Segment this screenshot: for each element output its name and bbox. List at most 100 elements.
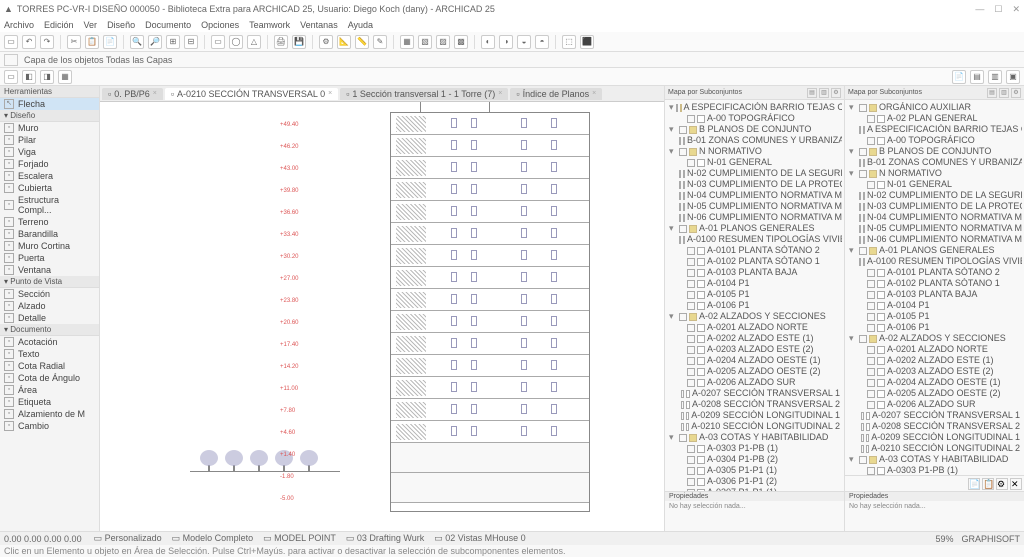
- checkbox[interactable]: [859, 335, 867, 343]
- checkbox[interactable]: [861, 434, 864, 442]
- checkbox[interactable]: [867, 379, 875, 387]
- toolbar-btn-28[interactable]: ▩: [454, 35, 468, 49]
- checkbox[interactable]: [687, 335, 695, 343]
- tree-node[interactable]: ▾A ESPECIFICACIÓN BARRIO TEJAS COLORADAS…: [667, 102, 842, 113]
- tree-node[interactable]: A-0208 SECCIÓN TRANSVERSAL 2: [667, 399, 842, 410]
- tree-node[interactable]: A-0210 SECCIÓN LONGITUDINAL 2: [847, 443, 1022, 454]
- tree-node[interactable]: ▾A-03 COTAS Y HABITABILIDAD: [847, 454, 1022, 465]
- toolbar-btn-35[interactable]: ⬚: [562, 35, 576, 49]
- toolbar-btn-30[interactable]: ◐: [481, 35, 495, 49]
- tool-geom1[interactable]: ▭: [4, 70, 18, 84]
- toolbar-btn-27[interactable]: ▨: [436, 35, 450, 49]
- tree-node[interactable]: N-02 CUMPLIMIENTO DE LA SEGURIDAD CONTRA…: [667, 168, 842, 179]
- checkbox[interactable]: [867, 291, 875, 299]
- checkbox[interactable]: [867, 302, 875, 310]
- checkbox[interactable]: [867, 368, 875, 376]
- tool-geom4[interactable]: ▦: [58, 70, 72, 84]
- tab-close-icon[interactable]: ×: [153, 90, 157, 97]
- tree-node[interactable]: A-0202 ALZADO ESTE (1): [847, 355, 1022, 366]
- checkbox[interactable]: [859, 258, 861, 266]
- toolbar-btn-32[interactable]: ◒: [517, 35, 531, 49]
- nav-action-copy[interactable]: 📋: [982, 478, 994, 490]
- menu-ver[interactable]: Ver: [84, 20, 98, 30]
- tree-node[interactable]: A-0208 SECCIÓN TRANSVERSAL 2: [847, 421, 1022, 432]
- view-tab[interactable]: ▫1 Sección transversal 1 - 1 Torre (7)×: [340, 88, 508, 100]
- toolbar-btn-4[interactable]: ✂: [67, 35, 81, 49]
- checkbox[interactable]: [867, 115, 875, 123]
- tree-node[interactable]: A-0205 ALZADO OESTE (2): [667, 366, 842, 377]
- checkbox[interactable]: [679, 137, 681, 145]
- checkbox[interactable]: [687, 247, 695, 255]
- tree-node[interactable]: A ESPECIFICACIÓN BARRIO TEJAS COLORADAS: [847, 124, 1022, 135]
- tool-geom3[interactable]: ◨: [40, 70, 54, 84]
- drawing-canvas[interactable]: +49.40+46.20+43.00+39.80+36.60+33.40+30.…: [100, 102, 664, 531]
- checkbox[interactable]: [867, 324, 875, 332]
- menu-documento[interactable]: Documento: [145, 20, 191, 30]
- checkbox[interactable]: [687, 324, 695, 332]
- tree-node[interactable]: A-0207 SECCIÓN TRANSVERSAL 1: [667, 388, 842, 399]
- tree-node[interactable]: A-0303 P1-PB (1): [667, 443, 842, 454]
- minimize-button[interactable]: —: [975, 4, 984, 15]
- toolbar-btn-1[interactable]: ↶: [22, 35, 36, 49]
- status-item[interactable]: ▭ Modelo Completo: [172, 533, 254, 543]
- nav-btn[interactable]: ▥: [999, 88, 1009, 98]
- checkbox[interactable]: [867, 390, 875, 398]
- checkbox[interactable]: [859, 203, 861, 211]
- tree-node[interactable]: B-01 ZONAS COMUNES Y URBANIZACIÓN: [847, 157, 1022, 168]
- tree-node[interactable]: A-0201 ALZADO NORTE: [847, 344, 1022, 355]
- tree-node[interactable]: A-0206 ALZADO SUR: [847, 399, 1022, 410]
- toolbar-btn-26[interactable]: ▧: [418, 35, 432, 49]
- toggle-icon[interactable]: ▾: [669, 146, 677, 157]
- toolbox-group-Documento[interactable]: ▾ Documento: [0, 324, 99, 336]
- tool-Cota Radial[interactable]: ▫Cota Radial: [0, 360, 99, 372]
- checkbox[interactable]: [859, 456, 867, 464]
- tool-Texto[interactable]: ▫Texto: [0, 348, 99, 360]
- checkbox[interactable]: [679, 181, 681, 189]
- nav-view-icon[interactable]: ▤: [970, 70, 984, 84]
- toolbar-btn-15[interactable]: △: [247, 35, 261, 49]
- checkbox[interactable]: [679, 214, 681, 222]
- tab-close-icon[interactable]: ×: [592, 90, 596, 97]
- checkbox[interactable]: [867, 313, 875, 321]
- tree-node[interactable]: N-02 CUMPLIMIENTO DE LA SEGURIDAD CONTRA…: [847, 190, 1022, 201]
- checkbox[interactable]: [681, 390, 684, 398]
- nav-new-icon[interactable]: 📄: [952, 70, 966, 84]
- view-tab[interactable]: ▫A-0210 SECCIÓN TRANSVERSAL 0×: [165, 88, 338, 100]
- checkbox[interactable]: [687, 159, 695, 167]
- toolbar-btn-22[interactable]: 📏: [355, 35, 369, 49]
- tree-node[interactable]: A-0306 P1-P1 (2): [667, 476, 842, 487]
- checkbox[interactable]: [687, 368, 695, 376]
- status-item[interactable]: ▭ 03 Drafting Wurk: [346, 533, 424, 543]
- checkbox[interactable]: [681, 423, 684, 431]
- toolbar-btn-8[interactable]: 🔍: [130, 35, 144, 49]
- tree-node[interactable]: A-0202 ALZADO ESTE (1): [667, 333, 842, 344]
- tool-Cambio[interactable]: ▫Cambio: [0, 420, 99, 432]
- toggle-icon[interactable]: ▾: [849, 333, 857, 344]
- toggle-icon[interactable]: ▾: [669, 102, 674, 113]
- checkbox[interactable]: [679, 126, 687, 134]
- checkbox[interactable]: [859, 247, 867, 255]
- nav-action-new[interactable]: 📄: [968, 478, 980, 490]
- tree-node[interactable]: A-0209 SECCIÓN LONGITUDINAL 1: [667, 410, 842, 421]
- checkbox[interactable]: [867, 401, 875, 409]
- tree-node[interactable]: ▾A-02 ALZADOS Y SECCIONES: [847, 333, 1022, 344]
- tree-node[interactable]: A-0201 ALZADO NORTE: [667, 322, 842, 333]
- tree-node[interactable]: N-01 GENERAL: [847, 179, 1022, 190]
- tool-Muro[interactable]: ▫Muro: [0, 122, 99, 134]
- tree-node[interactable]: ▾N NORMATIVO: [667, 146, 842, 157]
- checkbox[interactable]: [859, 148, 867, 156]
- nav-action-settings[interactable]: ⚙: [996, 478, 1008, 490]
- tool-Área[interactable]: ▫Área: [0, 384, 99, 396]
- checkbox[interactable]: [687, 478, 695, 486]
- tree-node[interactable]: N-06 CUMPLIMIENTO NORMATIVA MUNICIPAL A.…: [847, 234, 1022, 245]
- tool-Barandilla[interactable]: ▫Barandilla: [0, 228, 99, 240]
- checkbox[interactable]: [687, 291, 695, 299]
- toolbar-btn-18[interactable]: 💾: [292, 35, 306, 49]
- menu-archivo[interactable]: Archivo: [4, 20, 34, 30]
- tool-arrow[interactable]: ↖Flecha: [0, 98, 99, 110]
- checkbox[interactable]: [679, 203, 681, 211]
- maximize-button[interactable]: ☐: [994, 4, 1002, 15]
- nav-left-tree[interactable]: ▾A ESPECIFICACIÓN BARRIO TEJAS COLORADAS…: [665, 100, 844, 491]
- checkbox[interactable]: [867, 467, 875, 475]
- checkbox[interactable]: [687, 456, 695, 464]
